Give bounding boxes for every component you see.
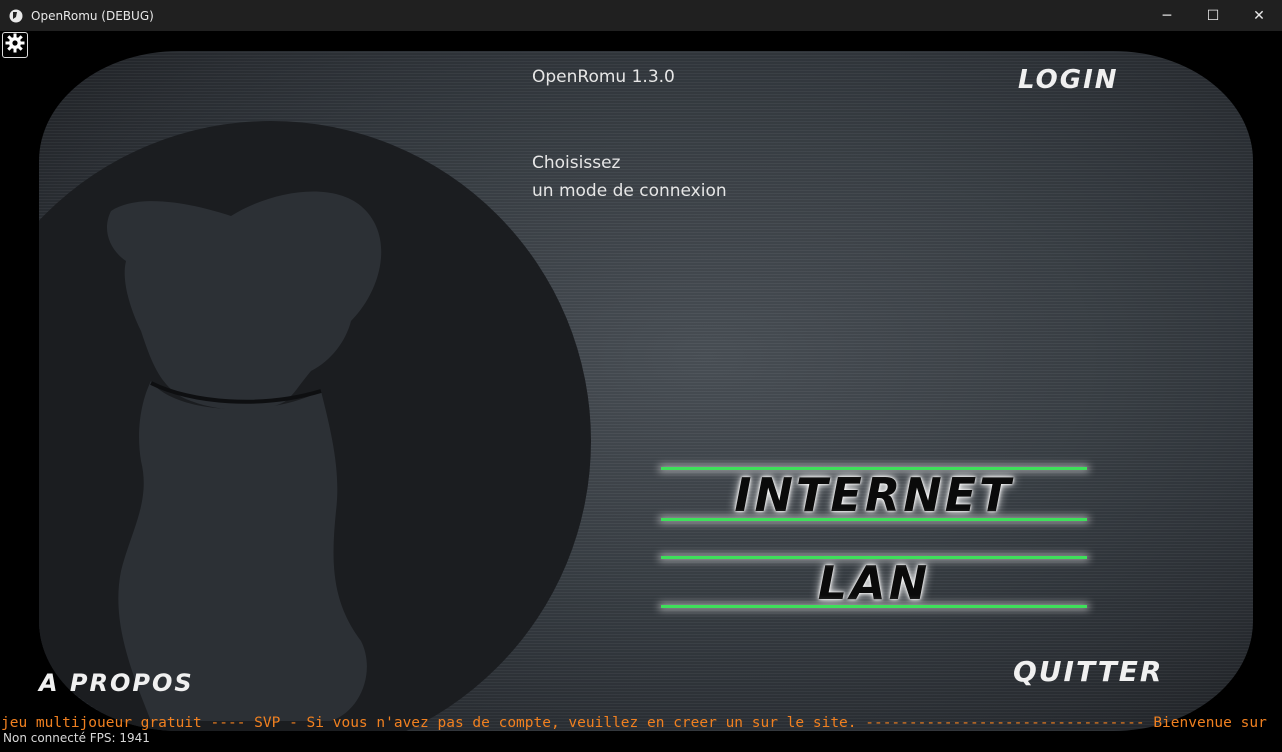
window-controls: ─ ☐ ✕ [1144,0,1282,31]
connection-status: Non connecté FPS: 1941 [3,731,150,745]
minimize-button[interactable]: ─ [1144,0,1190,31]
game-viewport: OpenRomu 1.3.0 LOGIN Choisissez un mode … [1,31,1281,751]
gear-icon [5,33,25,57]
internet-mode-button[interactable]: INTERNET [661,465,1087,525]
news-ticker: jeu multijoueur gratuit ---- SVP - Si vo… [1,715,1267,731]
settings-button[interactable] [2,32,28,58]
maximize-icon: ☐ [1206,7,1220,24]
version-label: OpenRomu 1.3.0 [532,67,675,87]
lan-mode-button[interactable]: LAN [661,553,1087,613]
lan-bottom-bar [661,605,1087,608]
prompt-line-2: un mode de connexion [532,181,727,201]
quit-button[interactable]: QUITTER [1013,655,1164,688]
close-icon: ✕ [1253,7,1265,24]
lan-top-bar [661,556,1087,559]
app-logo-icon [8,8,24,24]
internet-bottom-bar [661,518,1087,521]
title-bar: OpenRomu (DEBUG) ─ ☐ ✕ [0,0,1282,31]
login-button[interactable]: LOGIN [1018,65,1119,95]
connection-prompt: Choisissez un mode de connexion [532,149,727,205]
maximize-button[interactable]: ☐ [1190,0,1236,31]
internet-label: INTERNET [734,468,1014,522]
prompt-line-1: Choisissez [532,153,621,173]
close-button[interactable]: ✕ [1236,0,1282,31]
internet-top-bar [661,467,1087,470]
lan-label: LAN [817,556,931,610]
minimize-icon: ─ [1162,7,1172,24]
window-title: OpenRomu (DEBUG) [31,8,154,23]
globe-artwork [39,121,591,731]
about-button[interactable]: A PROPOS [39,669,194,697]
